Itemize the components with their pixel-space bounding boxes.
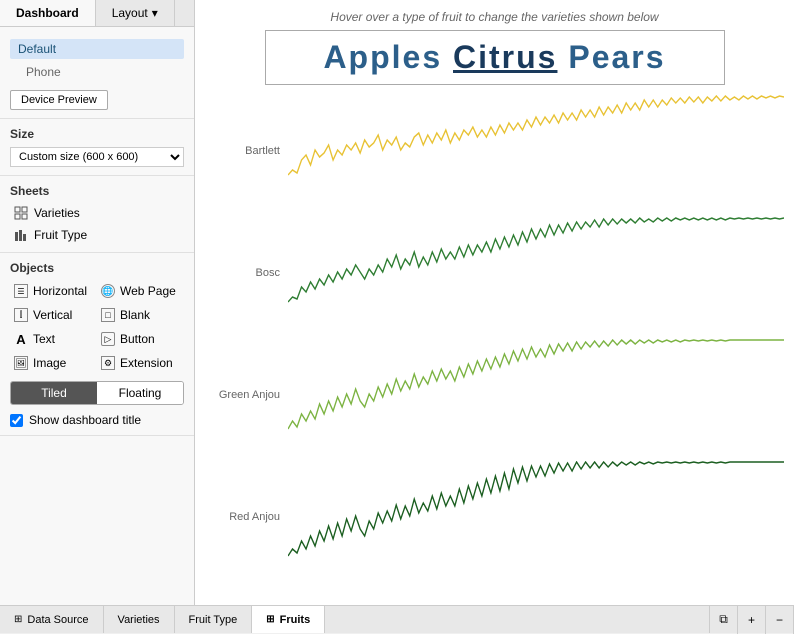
size-title: Size xyxy=(10,127,184,141)
tab-layout[interactable]: Layout ▾ xyxy=(96,0,175,26)
device-section: Default Phone Device Preview xyxy=(0,27,194,119)
floating-button[interactable]: Floating xyxy=(97,382,183,404)
size-row: Custom size (600 x 600) xyxy=(10,147,184,167)
sheets-title: Sheets xyxy=(10,184,184,198)
sparkline-green-anjou xyxy=(288,339,784,449)
tab-fruit-type[interactable]: Fruit Type xyxy=(175,606,253,633)
tab-fruits[interactable]: ⊞ Fruits xyxy=(252,606,325,633)
remove-tab-button[interactable]: − xyxy=(766,606,794,634)
size-select[interactable]: Custom size (600 x 600) xyxy=(10,147,184,167)
object-image[interactable]: 🖼 Image xyxy=(10,353,97,373)
sheet-grid-icon xyxy=(14,206,28,220)
sparkline-red-anjou xyxy=(288,461,784,571)
chart-rows: Bartlett Bosc xyxy=(205,95,784,581)
main-layout: Dashboard Layout ▾ Default Phone Device … xyxy=(0,0,794,605)
tiled-button[interactable]: Tiled xyxy=(11,382,97,404)
device-default[interactable]: Default xyxy=(10,39,184,59)
size-section: Size Custom size (600 x 600) xyxy=(0,119,194,176)
object-vertical[interactable]: ⫿ Vertical xyxy=(10,305,97,325)
tab-dashboard[interactable]: Dashboard xyxy=(0,0,96,26)
object-blank[interactable]: □ Blank xyxy=(97,305,184,325)
row-label-bosc: Bosc xyxy=(205,217,280,279)
object-extension[interactable]: ⚙ Extension xyxy=(97,353,184,373)
chevron-down-icon: ▾ xyxy=(152,6,158,20)
add-tab-button[interactable]: + xyxy=(738,606,766,634)
sheet-item-varieties[interactable]: Varieties xyxy=(10,204,184,222)
sparkline-bosc xyxy=(288,217,784,327)
sheets-list: Varieties Fruit Type xyxy=(10,204,184,244)
row-label-bartlett: Bartlett xyxy=(205,95,280,157)
grid-icon: ⊞ xyxy=(266,614,274,625)
objects-grid: ☰ Horizontal 🌐 Web Page ⫿ Vertical □ Bla… xyxy=(10,281,184,373)
tab-data-source[interactable]: ⊞ Data Source xyxy=(0,606,104,633)
object-text[interactable]: A Text xyxy=(10,329,97,349)
blank-icon: □ xyxy=(101,308,115,322)
show-title-label: Show dashboard title xyxy=(29,413,141,427)
hover-hint: Hover over a type of fruit to change the… xyxy=(205,10,784,24)
row-label-red-anjou: Red Anjou xyxy=(205,461,280,523)
fruit-citrus-label: Citrus xyxy=(453,39,557,75)
sheets-section: Sheets Varieties xyxy=(0,176,194,253)
bottom-tab-bar: ⊞ Data Source Varieties Fruit Type ⊞ Fru… xyxy=(0,605,794,633)
sidebar: Dashboard Layout ▾ Default Phone Device … xyxy=(0,0,195,605)
image-icon: 🖼 xyxy=(14,356,28,370)
button-icon: ▷ xyxy=(101,332,115,346)
show-title-row[interactable]: Show dashboard title xyxy=(10,413,184,427)
duplicate-tab-button[interactable]: ⧉ xyxy=(710,606,738,634)
main-content: Hover over a type of fruit to change the… xyxy=(195,0,794,605)
horizontal-icon: ☰ xyxy=(14,284,28,298)
fruit-pears-label: Pears xyxy=(568,39,665,75)
device-list: Default Phone xyxy=(10,35,184,86)
device-phone[interactable]: Phone xyxy=(10,62,184,82)
sidebar-tabs: Dashboard Layout ▾ xyxy=(0,0,194,27)
db-icon: ⊞ xyxy=(14,614,22,625)
vertical-icon: ⫿ xyxy=(14,308,28,322)
chart-title-banner: Apples Citrus Pears xyxy=(265,30,725,85)
chart-area: Hover over a type of fruit to change the… xyxy=(195,0,794,605)
text-icon: A xyxy=(14,332,28,346)
chart-row-bosc: Bosc xyxy=(205,217,784,337)
sheet-item-fruit-type[interactable]: Fruit Type xyxy=(10,226,184,244)
chart-row-red-anjou: Red Anjou xyxy=(205,461,784,581)
device-preview-button[interactable]: Device Preview xyxy=(10,90,108,110)
sparkline-bartlett xyxy=(288,95,784,205)
show-title-checkbox[interactable] xyxy=(10,414,23,427)
sheet-bar-icon xyxy=(14,228,28,242)
row-label-green-anjou: Green Anjou xyxy=(205,339,280,401)
object-button[interactable]: ▷ Button xyxy=(97,329,184,349)
chart-row-green-anjou: Green Anjou xyxy=(205,339,784,459)
globe-icon: 🌐 xyxy=(101,284,115,298)
objects-section: Objects ☰ Horizontal 🌐 Web Page ⫿ Vertic… xyxy=(0,253,194,436)
fruit-title: Apples Citrus Pears xyxy=(286,39,704,76)
object-horizontal[interactable]: ☰ Horizontal xyxy=(10,281,97,301)
chart-row-bartlett: Bartlett xyxy=(205,95,784,215)
tab-varieties[interactable]: Varieties xyxy=(104,606,175,633)
fruit-apples-label: Apples xyxy=(323,39,442,75)
bottom-tab-actions: ⧉ + − xyxy=(709,606,794,633)
tiled-floating-toggle: Tiled Floating xyxy=(10,381,184,405)
object-webpage[interactable]: 🌐 Web Page xyxy=(97,281,184,301)
extension-icon: ⚙ xyxy=(101,356,115,370)
objects-title: Objects xyxy=(10,261,184,275)
